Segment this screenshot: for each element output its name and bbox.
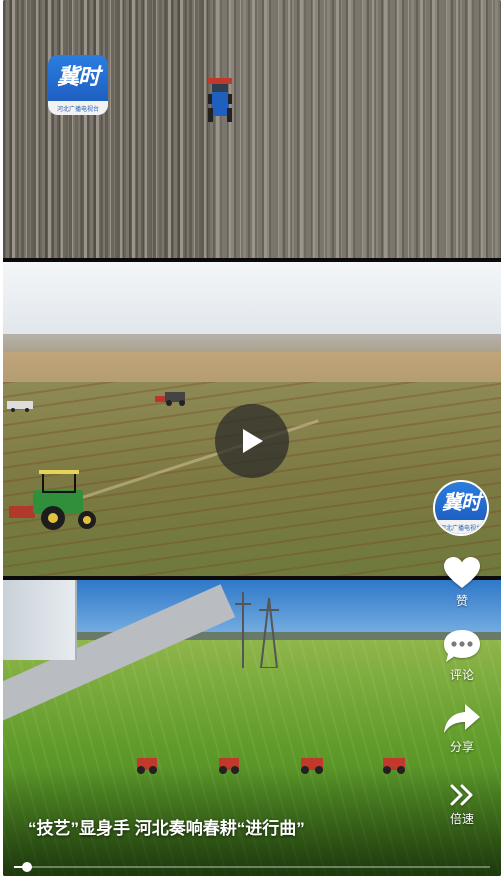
tractor-distant-image [155,392,185,406]
heart-icon [444,557,480,588]
play-icon [243,429,263,453]
logo-strip: 河北广播电视台 [48,101,108,115]
progress-handle[interactable] [21,862,32,872]
video-frame-top: 冀时 河北广播电视台 [3,0,501,258]
video-player[interactable]: 冀时 河北广播电视台 [3,0,501,876]
share-label: 分享 [449,740,474,754]
sky [3,262,501,342]
video-frame-middle [3,262,501,576]
like-label: 赞 [455,594,468,608]
video-caption: “技艺”显身手 河北奏响春耕“进行曲” [28,819,305,838]
like-button[interactable]: 赞 [436,556,488,609]
warehouse-building [3,580,77,660]
channel-logo: 冀时 河北广播电视台 [435,482,487,534]
speed-label: 倍速 [449,812,474,826]
share-button[interactable]: 分享 [436,702,488,755]
field-furrows [3,0,213,258]
comment-icon [444,630,480,662]
tractor-image [208,78,232,122]
logo-text: 冀时 [442,490,481,514]
speed-icon [450,784,473,806]
share-icon [444,704,480,733]
progress-bar[interactable] [14,866,490,868]
comment-label: 评论 [449,668,474,682]
logo-text: 冀时 [56,64,100,90]
tractor-green-image [9,470,96,530]
comment-button[interactable]: 评论 [436,628,488,683]
channel-logo-watermark: 冀时 河北广播电视台 [48,55,108,115]
speed-button[interactable]: 倍速 [436,782,488,827]
tractor-far-image [7,401,33,412]
play-button[interactable] [215,404,289,478]
channel-avatar[interactable]: 冀时 河北广播电视台 [433,480,489,536]
power-tower-image [235,592,279,668]
